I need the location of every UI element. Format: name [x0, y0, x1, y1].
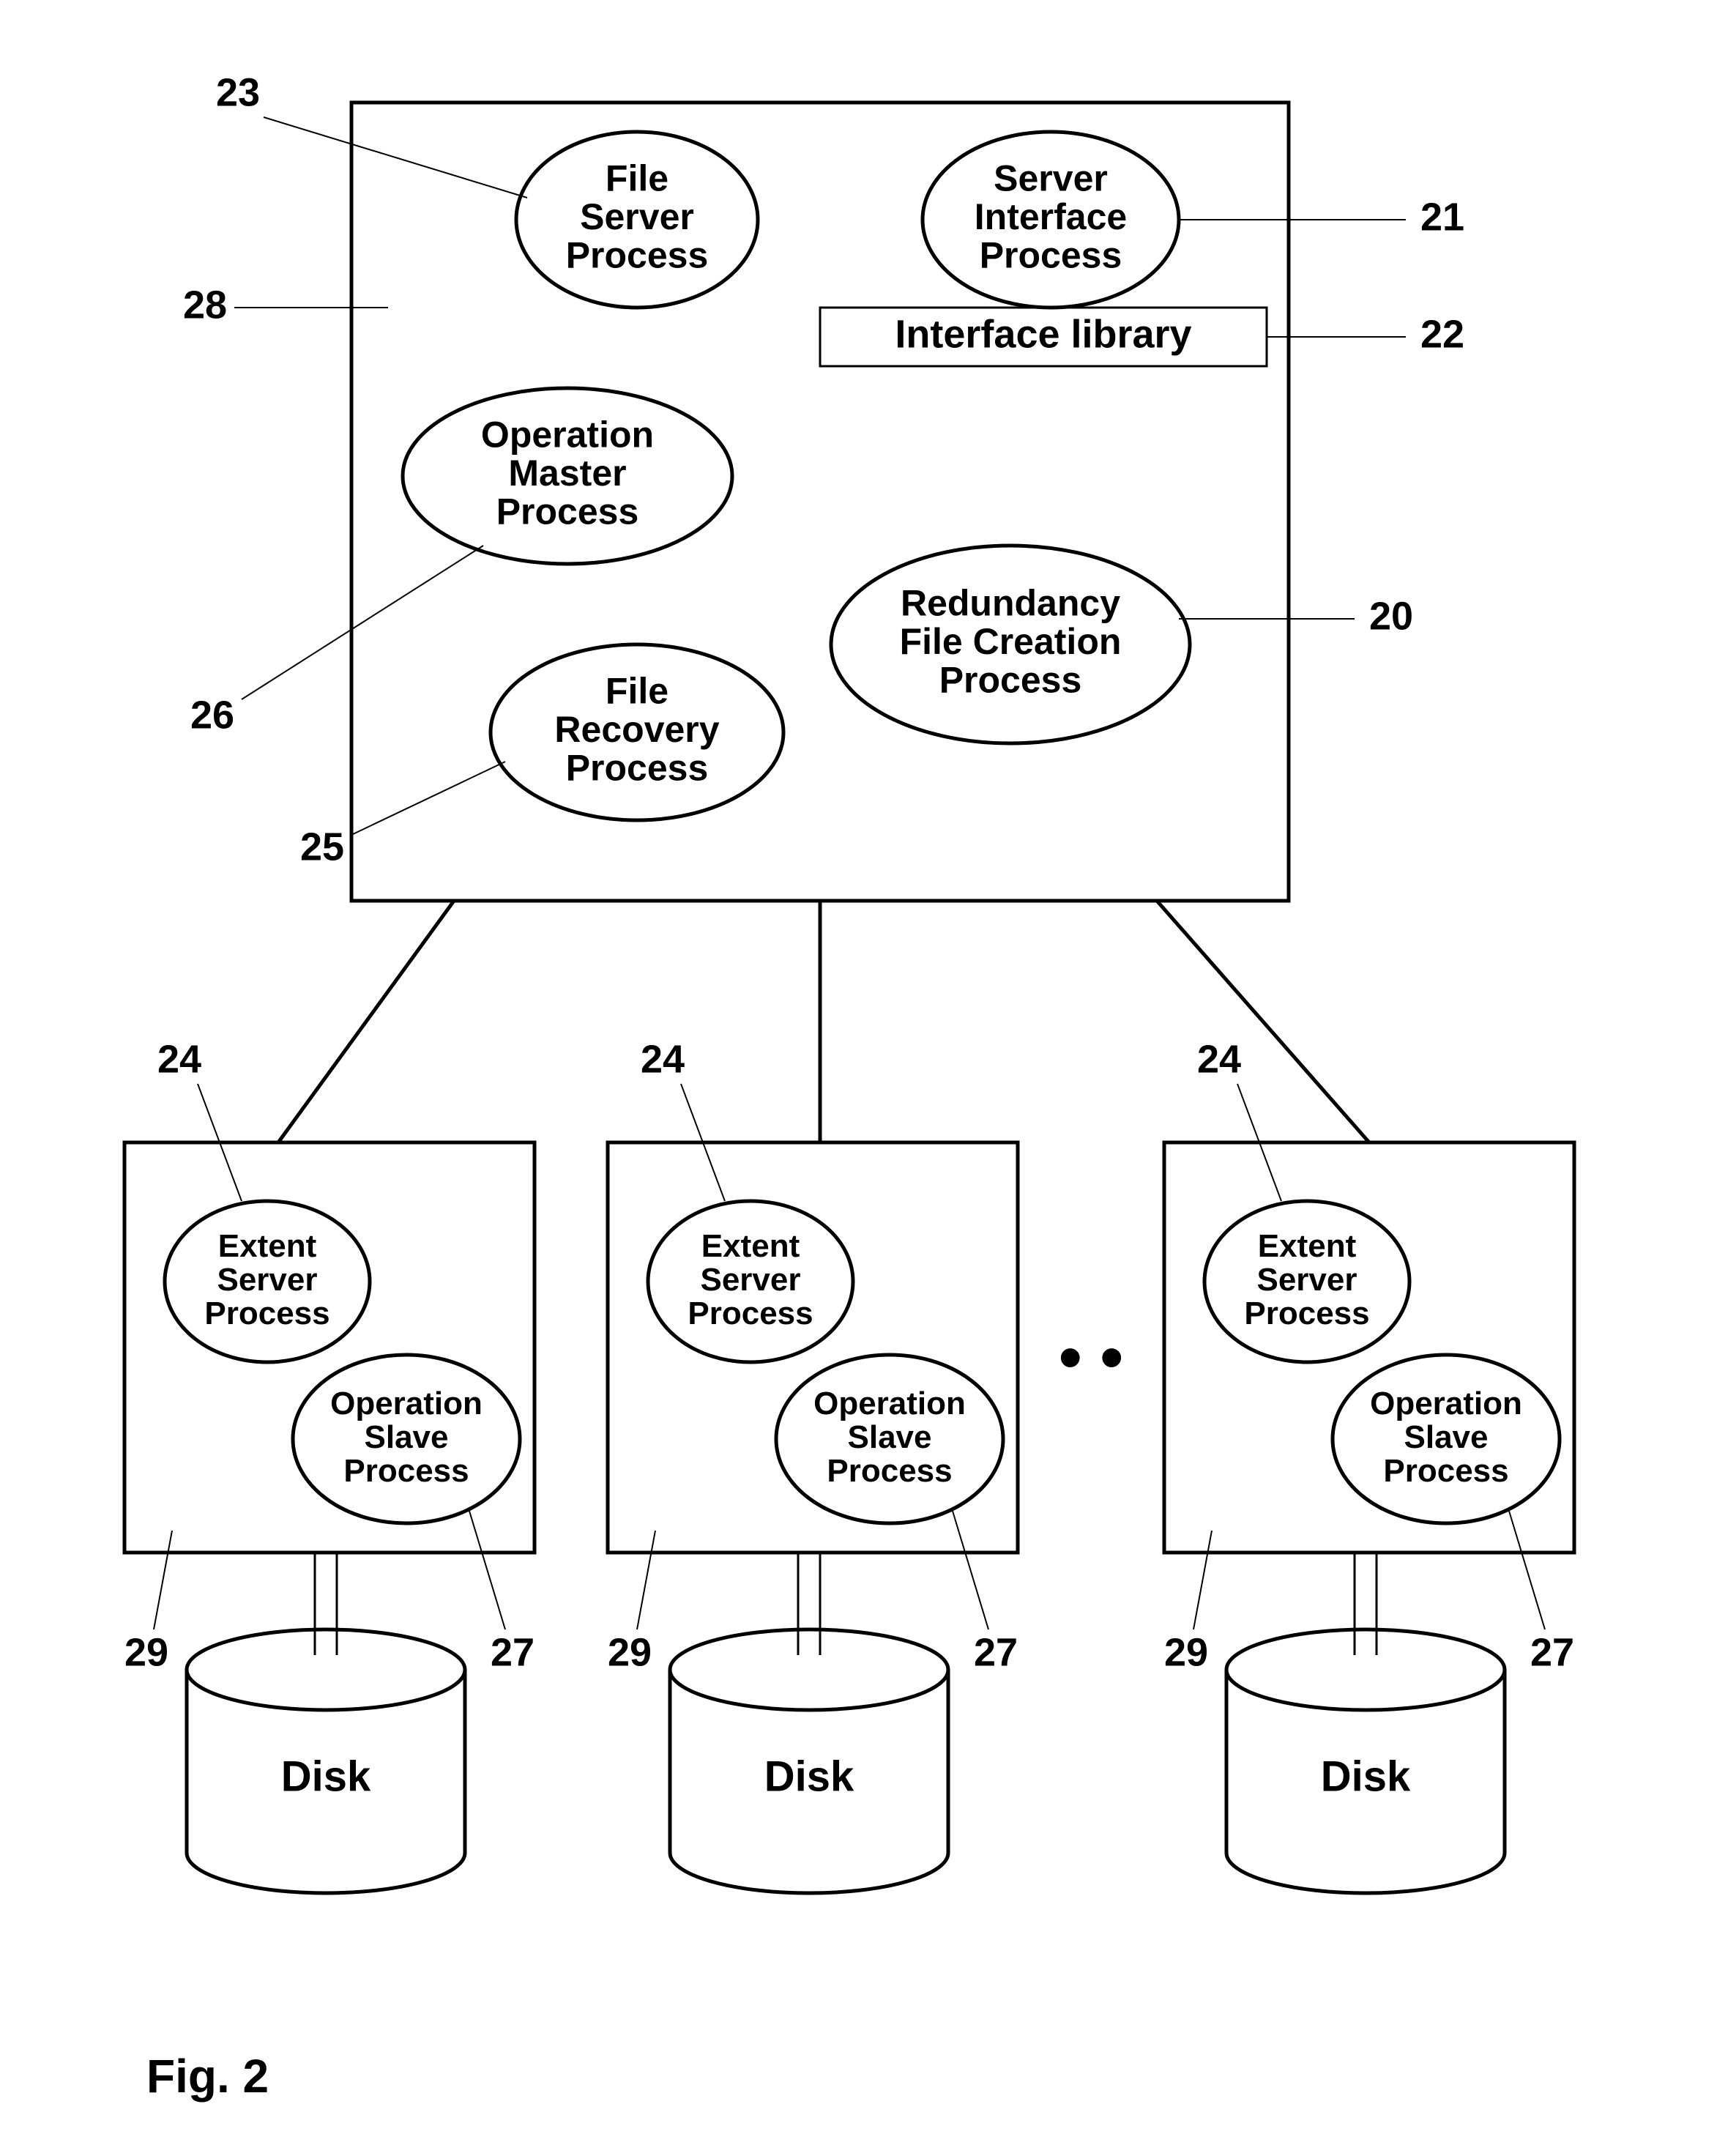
- ref-20: 20: [1369, 594, 1413, 638]
- ref-23: 23: [216, 70, 260, 114]
- ellipsis: • •: [1059, 1321, 1123, 1394]
- link-master-slave-1: [278, 901, 454, 1142]
- ref-29-b: 29: [608, 1630, 652, 1674]
- operation-master-process-label: OperationMasterProcess: [481, 415, 654, 532]
- ref-24-b: 24: [641, 1037, 685, 1081]
- slave-node-1: ExtentServerProcess OperationSlaveProces…: [124, 1142, 535, 1893]
- disk-label: Disk: [281, 1752, 371, 1800]
- diagram-root: FileServerProcess ServerInterfaceProcess…: [0, 0, 1717, 2156]
- ref-27-b: 27: [974, 1630, 1018, 1674]
- slave-node-3: ExtentServerProcess OperationSlaveProces…: [1164, 1142, 1574, 1893]
- leader-23: [264, 117, 527, 198]
- disk-label: Disk: [1321, 1752, 1411, 1800]
- extent-server-process-label: ExtentServerProcess: [204, 1227, 329, 1331]
- disk-label: Disk: [764, 1752, 854, 1800]
- ref-29-c: 29: [1164, 1630, 1208, 1674]
- operation-slave-process-label: OperationSlaveProcess: [330, 1385, 483, 1488]
- slave-node-2: ExtentServerProcess OperationSlaveProces…: [608, 1142, 1018, 1893]
- interface-library-label: Interface library: [895, 312, 1191, 356]
- master-box: [351, 103, 1289, 901]
- ref-26: 26: [190, 693, 234, 737]
- ref-21: 21: [1420, 195, 1464, 239]
- ref-29-a: 29: [124, 1630, 168, 1674]
- file-recovery-process-label: FileRecoveryProcess: [554, 671, 719, 789]
- extent-server-process-label: ExtentServerProcess: [688, 1227, 813, 1331]
- ref-27-a: 27: [491, 1630, 535, 1674]
- leader-27-a: [469, 1509, 505, 1629]
- leader-29-c: [1193, 1531, 1212, 1629]
- ref-28: 28: [183, 283, 227, 327]
- leader-27-c: [1508, 1509, 1545, 1629]
- leader-25: [351, 762, 505, 835]
- ref-27-c: 27: [1530, 1630, 1574, 1674]
- ref-24-a: 24: [157, 1037, 201, 1081]
- file-server-process-label: FileServerProcess: [566, 158, 709, 276]
- leader-29-b: [637, 1531, 655, 1629]
- server-interface-process-label: ServerInterfaceProcess: [975, 158, 1127, 276]
- operation-slave-process-label: OperationSlaveProcess: [813, 1385, 966, 1488]
- extent-server-process-label: ExtentServerProcess: [1244, 1227, 1369, 1331]
- ref-22: 22: [1420, 312, 1464, 356]
- ref-25: 25: [300, 825, 344, 869]
- figure-label: Fig. 2: [146, 2050, 269, 2103]
- redundancy-file-creation-process-label: RedundancyFile CreationProcess: [900, 583, 1122, 701]
- operation-slave-process-label: OperationSlaveProcess: [1370, 1385, 1522, 1488]
- leader-27-b: [952, 1509, 988, 1629]
- ref-24-c: 24: [1197, 1037, 1241, 1081]
- leader-29-a: [154, 1531, 172, 1629]
- leader-26: [242, 546, 483, 699]
- link-master-slave-3: [1157, 901, 1369, 1142]
